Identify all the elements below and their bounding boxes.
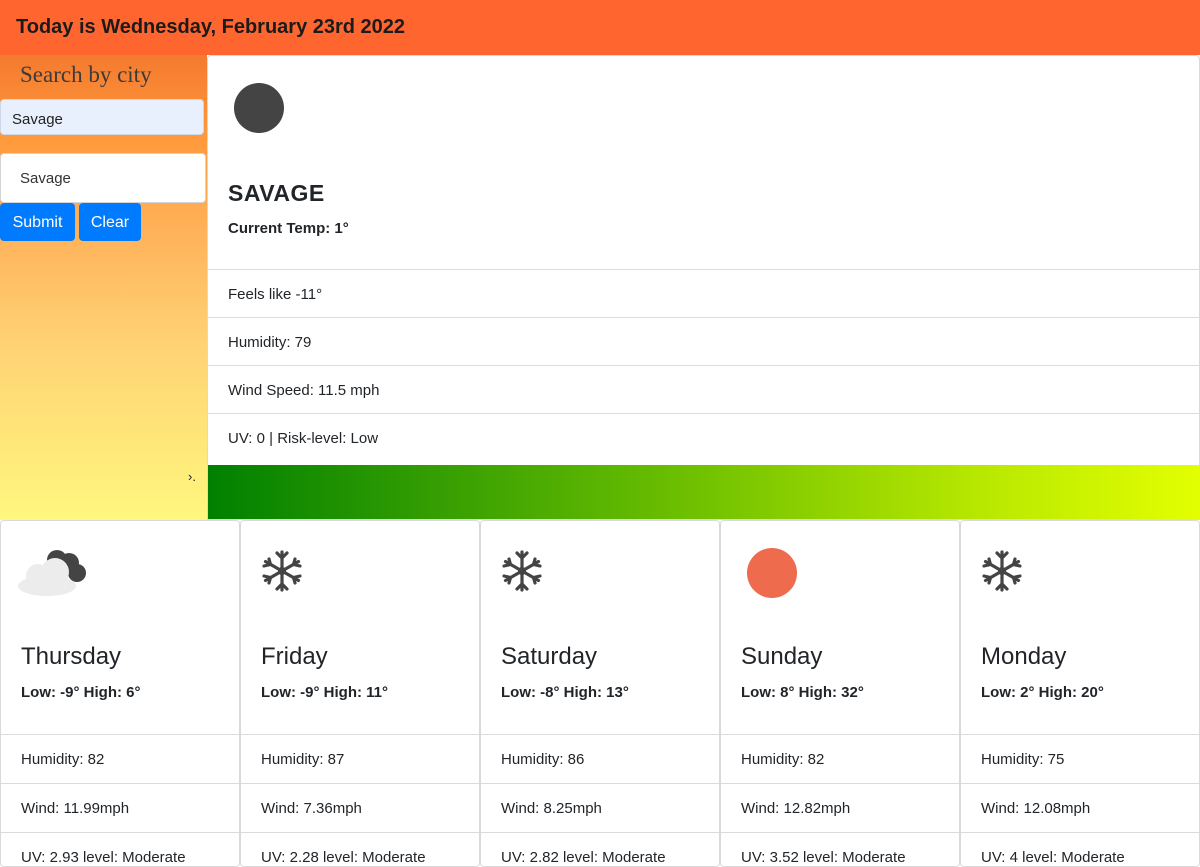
humidity: Humidity: 75	[981, 751, 1065, 768]
low-high-temp: Low: 8° High: 32°	[741, 684, 864, 701]
list-item: Wind: 7.36mph	[241, 783, 479, 832]
list-item: Humidity: 79	[208, 317, 1199, 365]
wind: Wind: 8.25mph	[501, 800, 602, 817]
uv-index: UV: 4 level: Moderate	[981, 849, 1125, 866]
humidity: Humidity: 87	[261, 751, 345, 768]
wind: Wind: 7.36mph	[261, 800, 362, 817]
search-sidebar: Search by city Savage Submit Clear ›.	[0, 55, 207, 520]
list-item: Humidity: 82	[1, 734, 239, 783]
forecast-card-sunday: Sunday Low: 8° High: 32° Humidity: 82 Wi…	[720, 520, 960, 867]
wind-speed: Wind Speed: 11.5 mph	[228, 382, 380, 399]
list-item: UV: 0 | Risk-level: Low	[208, 413, 1199, 461]
resize-handle-icon[interactable]: ›.	[188, 469, 196, 484]
uv-index: UV: 2.82 level: Moderate	[501, 849, 666, 866]
city-name: SAVAGE	[228, 180, 325, 206]
list-item: UV: 4 level: Moderate	[961, 832, 1199, 866]
current-details-list: Feels like -11° Humidity: 79 Wind Speed:…	[208, 269, 1199, 461]
list-item: UV: 2.28 level: Moderate	[241, 832, 479, 866]
list-item: Feels like -11°	[208, 269, 1199, 317]
list-item: UV: 2.93 level: Moderate	[1, 832, 239, 866]
selected-city-label: Savage	[12, 111, 63, 128]
list-item: Humidity: 75	[961, 734, 1199, 783]
wind: Wind: 11.99mph	[21, 800, 130, 817]
list-item: Wind: 8.25mph	[481, 783, 719, 832]
humidity: Humidity: 82	[21, 751, 105, 768]
list-item: Humidity: 82	[721, 734, 959, 783]
low-high-temp: Low: 2° High: 20°	[981, 684, 1104, 701]
snowflake-icon	[977, 546, 1047, 601]
current-weather-card: SAVAGE Current Temp: 1° Feels like -11° …	[207, 55, 1200, 520]
city-history-select[interactable]: Savage	[0, 99, 204, 135]
sun-icon	[737, 546, 807, 601]
forecast-card-monday: Monday Low: 2° High: 20° Humidity: 75 Wi…	[960, 520, 1200, 867]
top-header: Today is Wednesday, February 23rd 2022	[0, 0, 1200, 55]
forecast-card-saturday: Saturday Low: -8° High: 13° Humidity: 86…	[480, 520, 720, 867]
wind: Wind: 12.82mph	[741, 800, 851, 817]
cloudy-night-icon	[17, 546, 87, 601]
day-name: Monday	[981, 643, 1067, 670]
list-item: UV: 2.82 level: Moderate	[481, 832, 719, 866]
low-high-temp: Low: -8° High: 13°	[501, 684, 629, 701]
humidity: Humidity: 86	[501, 751, 585, 768]
uv-index: UV: 3.52 level: Moderate	[741, 849, 906, 866]
list-item: Wind Speed: 11.5 mph	[208, 365, 1199, 413]
day-name: Sunday	[741, 643, 823, 670]
date-title: Today is Wednesday, February 23rd 2022	[16, 16, 406, 38]
list-item: Wind: 11.99mph	[1, 783, 239, 832]
list-item: Humidity: 86	[481, 734, 719, 783]
search-heading: Search by city	[20, 62, 152, 87]
day-name: Thursday	[21, 643, 122, 670]
forecast-card-thursday: Thursday Low: -9° High: 6° Humidity: 82 …	[0, 520, 240, 867]
list-item: Wind: 12.08mph	[961, 783, 1199, 832]
current-temp: Current Temp: 1°	[228, 220, 349, 237]
wind: Wind: 12.08mph	[981, 800, 1091, 817]
day-name: Friday	[261, 643, 328, 670]
humidity: Humidity: 82	[741, 751, 825, 768]
list-item: Wind: 12.82mph	[721, 783, 959, 832]
low-high-temp: Low: -9° High: 11°	[261, 684, 389, 701]
moon-icon	[234, 83, 284, 133]
list-item: Humidity: 87	[241, 734, 479, 783]
five-day-forecast: Thursday Low: -9° High: 6° Humidity: 82 …	[0, 520, 1200, 867]
humidity: Humidity: 79	[228, 334, 312, 351]
snowflake-icon	[257, 546, 327, 601]
submit-button[interactable]: Submit	[0, 203, 75, 241]
uv-index: UV: 0 | Risk-level: Low	[228, 430, 379, 447]
feels-like: Feels like -11°	[228, 286, 323, 303]
uv-index: UV: 2.93 level: Moderate	[21, 849, 186, 866]
day-name: Saturday	[501, 643, 598, 670]
uv-index: UV: 2.28 level: Moderate	[261, 849, 426, 866]
forecast-card-friday: Friday Low: -9° High: 11° Humidity: 87 W…	[240, 520, 480, 867]
snowflake-icon	[497, 546, 567, 601]
uv-risk-gradient-bar	[208, 465, 1199, 519]
low-high-temp: Low: -9° High: 6°	[21, 684, 141, 701]
list-item: UV: 3.52 level: Moderate	[721, 832, 959, 866]
city-search-input[interactable]	[0, 153, 206, 203]
clear-button[interactable]: Clear	[79, 203, 141, 241]
